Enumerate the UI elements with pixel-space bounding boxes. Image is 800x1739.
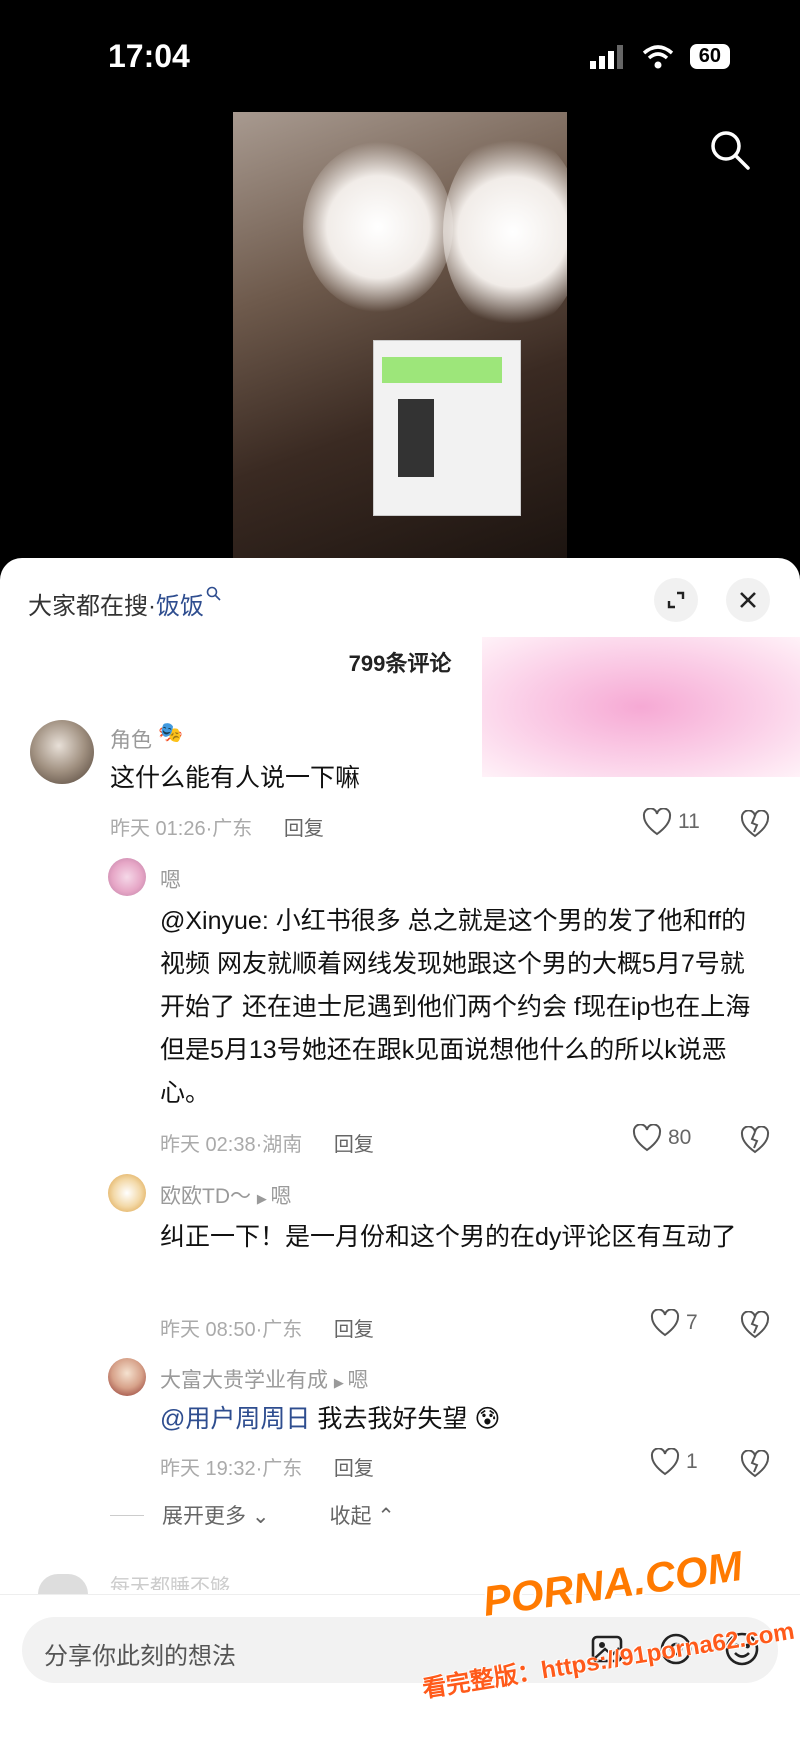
collapse-button[interactable]: 收起 ⌃: [329, 1500, 394, 1530]
heart-icon: [632, 1124, 662, 1152]
mention-icon[interactable]: [656, 1629, 696, 1669]
collapse-label: 收起: [329, 1505, 372, 1528]
dislike-icon[interactable]: [740, 1450, 770, 1478]
avatar[interactable]: [30, 720, 94, 784]
avatar[interactable]: [108, 858, 146, 896]
username-line: 欧欧TD～ ▶ 嗯: [160, 1180, 291, 1210]
username-line: 大富大贵学业有成 ▶ 嗯: [160, 1364, 368, 1394]
reply-arrow-icon: ▶: [256, 1191, 271, 1206]
comment-username[interactable]: 大富大贵学业有成: [160, 1369, 328, 1392]
battery-indicator: 60: [689, 44, 730, 69]
reply-to-username[interactable]: 嗯: [347, 1369, 368, 1392]
blurred-ad-overlay: [482, 637, 800, 777]
avatar[interactable]: [108, 1358, 146, 1396]
expand-more-button[interactable]: 展开更多 ⌄: [162, 1500, 269, 1530]
reply-arrow-icon: ▶: [333, 1375, 348, 1390]
comment-input-bar: 分享你此刻的想法: [0, 1594, 800, 1739]
comment-mention[interactable]: @用户周周日: [160, 1405, 310, 1433]
like-count: 7: [686, 1311, 698, 1334]
video-frame[interactable]: [233, 112, 567, 558]
dislike-icon[interactable]: [740, 1311, 770, 1339]
dislike-icon[interactable]: [740, 810, 770, 838]
divider: [110, 1514, 144, 1516]
reply-button[interactable]: 回复: [334, 1458, 374, 1480]
like-count: 80: [668, 1126, 692, 1149]
emoji-icon: 😰: [474, 1405, 501, 1433]
status-time: 17:04: [108, 38, 190, 74]
like-button[interactable]: 7: [650, 1309, 698, 1337]
comment-meta: 昨天 02:38·湖南 回复: [160, 1134, 374, 1156]
expand-more-label: 展开更多: [162, 1505, 246, 1528]
hot-search-keyword[interactable]: 饭饭: [156, 593, 204, 620]
heart-icon: [642, 808, 672, 836]
comment-text: 这什么能有人说一下嘛: [110, 764, 361, 792]
reply-button[interactable]: 回复: [284, 818, 324, 840]
like-button[interactable]: 11: [642, 808, 700, 836]
hot-search-link[interactable]: 大家都在搜·饭饭: [28, 586, 222, 621]
comment-location: 广东: [262, 1319, 303, 1341]
comment-mention[interactable]: @Xinyue:: [160, 907, 269, 935]
search-icon: [206, 586, 221, 601]
comment-text: @用户周周日 我去我好失望 😰: [160, 1398, 760, 1441]
heart-icon: [650, 1309, 680, 1337]
comment-username[interactable]: 欧欧TD～: [160, 1185, 251, 1208]
wifi-icon: [642, 44, 673, 68]
comment-meta: 昨天 19:32·广东 回复: [160, 1458, 374, 1480]
chevron-up-icon: ⌃: [377, 1505, 395, 1528]
next-comment-username: 每天都睡不够: [110, 1576, 230, 1590]
comment-time: 昨天 08:50: [160, 1319, 256, 1341]
like-button[interactable]: 1: [650, 1448, 698, 1476]
search-icon[interactable]: [708, 128, 752, 172]
comment-text: @Xinyue: 小红书很多 总之就是这个男的发了他和ff的视频 网友就顺着网线…: [160, 900, 760, 1115]
like-button[interactable]: 80: [632, 1124, 691, 1152]
comment-location: 湖南: [262, 1134, 303, 1156]
like-count: 1: [686, 1450, 698, 1473]
hot-search-prefix: 大家都在搜·: [28, 593, 156, 620]
chevron-down-icon: ⌄: [251, 1505, 270, 1528]
status-bar: 17:04 60: [0, 0, 800, 110]
comment-time: 昨天 02:38: [160, 1134, 256, 1156]
avatar[interactable]: [108, 1174, 146, 1212]
thread-controls: 展开更多 ⌄ 收起 ⌃: [110, 1500, 395, 1530]
input-placeholder: 分享你此刻的想法: [44, 1643, 236, 1670]
comment-input[interactable]: 分享你此刻的想法: [22, 1617, 778, 1683]
signal-icon: [589, 44, 623, 69]
chat-video-thumbnail: [398, 399, 434, 477]
close-button[interactable]: [726, 578, 770, 622]
comment-body: 我去我好失望: [317, 1405, 468, 1433]
like-count: 11: [678, 810, 700, 833]
comment-meta: 昨天 01:26·广东 回复: [110, 818, 324, 840]
comment-username[interactable]: 嗯: [160, 864, 181, 894]
reply-button[interactable]: 回复: [334, 1134, 374, 1156]
comment-time: 昨天 19:32: [160, 1458, 256, 1480]
dislike-icon[interactable]: [740, 1126, 770, 1154]
comment-meta: 昨天 08:50·广东 回复: [160, 1319, 374, 1341]
sheet-header: 大家都在搜·饭饭: [0, 558, 800, 640]
comment-location: 广东: [212, 818, 253, 840]
close-icon: [740, 592, 756, 608]
heart-icon: [650, 1448, 680, 1476]
expand-button[interactable]: [654, 578, 698, 622]
image-icon[interactable]: [588, 1629, 628, 1669]
expand-icon: [667, 591, 685, 609]
comment-time: 昨天 01:26: [110, 818, 206, 840]
emoji-icon[interactable]: [722, 1629, 762, 1669]
comment-location: 广东: [262, 1458, 303, 1480]
comment-body: 小红书很多 总之就是这个男的发了他和ff的视频 网友就顺着网线发现她跟这个男的大…: [160, 907, 751, 1107]
reply-to-username[interactable]: 嗯: [270, 1185, 291, 1208]
comment-text: 纠正一下！是一月份和这个男的在dy评论区有互动了: [160, 1223, 737, 1251]
chat-screenshot-overlay: [373, 340, 521, 516]
blurred-face: [443, 132, 567, 332]
blurred-face: [303, 142, 453, 312]
comment-username[interactable]: 角色: [110, 724, 152, 754]
chat-bubble: [382, 357, 502, 383]
reply-button[interactable]: 回复: [334, 1319, 374, 1341]
user-badge-icon: 🎭: [158, 722, 183, 744]
status-icons: 60: [589, 44, 730, 69]
